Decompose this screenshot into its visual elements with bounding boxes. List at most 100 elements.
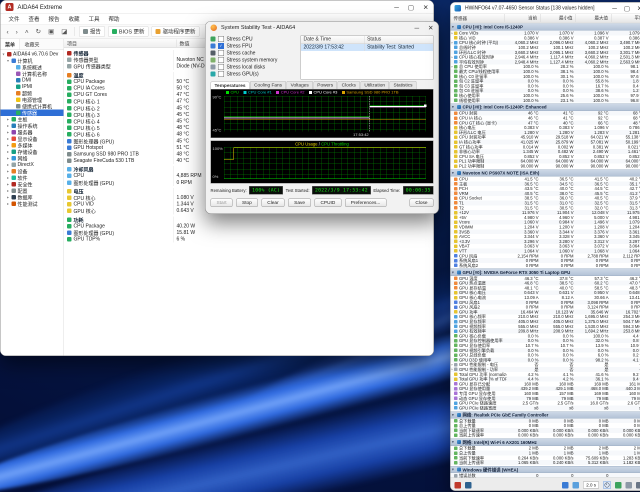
- forward-icon[interactable]: ›: [14, 28, 20, 36]
- tree-expander-icon[interactable]: ▸: [6, 150, 10, 155]
- column-minimum[interactable]: 最小值: [540, 14, 576, 22]
- sensor-row[interactable]: 当前上传速率 1.065 KB/s 0.240 KB/s 5.312 KB/s 1.18…: [450, 460, 640, 465]
- tree-expander-icon[interactable]: ▸: [6, 182, 10, 187]
- tree-item-icon: [16, 65, 21, 70]
- column-average[interactable]: 平均: [611, 14, 640, 22]
- log-column-datetime[interactable]: Date & Time: [301, 36, 365, 44]
- tree-expander-icon[interactable]: ▸: [6, 143, 10, 148]
- close-button[interactable]: Close: [409, 198, 434, 207]
- tree-expander-icon[interactable]: ▸: [6, 130, 10, 135]
- preferences-button[interactable]: Preferences...: [344, 198, 387, 207]
- menu-item[interactable]: 工具: [85, 15, 104, 24]
- checkbox[interactable]: [218, 50, 224, 56]
- panel-tab[interactable]: 菜单: [0, 39, 20, 50]
- section-header-label: 功耗: [64, 216, 173, 223]
- tree-expander-icon[interactable]: ▸: [6, 117, 10, 122]
- checkbox[interactable]: [218, 57, 224, 63]
- close-icon[interactable]: ✕: [423, 4, 428, 11]
- tree-expander-icon[interactable]: ▸: [6, 189, 10, 194]
- sensor-row[interactable]: 图形处理器 (GPU) 15.81 W: [64, 229, 434, 236]
- tree-item-icon: [16, 78, 21, 83]
- menu-item[interactable]: 文件: [5, 15, 24, 24]
- report-icon[interactable]: [465, 481, 472, 489]
- column-item[interactable]: 项目: [64, 40, 176, 48]
- tab-utilization[interactable]: Utilization: [360, 81, 389, 89]
- logging-icon[interactable]: [454, 481, 461, 489]
- group-expander-icon[interactable]: ▾: [452, 468, 456, 472]
- tree-expander-icon[interactable]: ▸: [6, 195, 10, 200]
- minimize-icon[interactable]: ─: [414, 24, 419, 31]
- column-sensor[interactable]: 传感器: [451, 15, 505, 22]
- sensor-row[interactable]: PL2 功率限制 90.000 W 90.000 W 90.000 W 90.000 W: [451, 164, 640, 169]
- checkbox[interactable]: ✓: [218, 43, 224, 49]
- cpuidbutton[interactable]: CPUID: [314, 198, 342, 207]
- group-expander-icon[interactable]: ▾: [452, 25, 456, 30]
- tab-powers[interactable]: Powers: [313, 81, 338, 89]
- expand-icon[interactable]: [636, 481, 640, 489]
- chart-icon[interactable]: ◪: [59, 28, 69, 36]
- tab-voltages[interactable]: Voltages: [286, 81, 313, 89]
- tree-expander-icon[interactable]: ▸: [6, 202, 10, 207]
- savebutton[interactable]: Save: [288, 198, 311, 207]
- tree-expander-icon[interactable]: ▾: [2, 52, 6, 57]
- checkbox[interactable]: [218, 64, 224, 70]
- startbutton[interactable]: Start: [210, 198, 233, 207]
- close-icon[interactable]: ✕: [428, 24, 433, 31]
- settings-gear-icon[interactable]: [625, 481, 632, 489]
- sensor-display-icon[interactable]: [562, 481, 569, 489]
- sensor-type-icon: [454, 396, 458, 401]
- tree-expander-icon[interactable]: ▸: [6, 169, 10, 174]
- clearbutton[interactable]: Clear: [261, 198, 285, 207]
- menu-item[interactable]: 帮助: [105, 15, 124, 24]
- group-expander-icon[interactable]: ▾: [452, 270, 456, 275]
- tree-expander-icon[interactable]: ▸: [6, 176, 10, 181]
- tree-expander-icon[interactable]: ▸: [6, 163, 10, 168]
- column-current[interactable]: 当前: [504, 14, 541, 22]
- tray-icon[interactable]: [572, 481, 580, 489]
- user-icon[interactable]: ▣: [46, 28, 56, 36]
- toolbar-button[interactable]: BIOS 更新: [107, 26, 149, 37]
- back-icon[interactable]: ‹: [5, 28, 11, 36]
- refresh-icon[interactable]: ↻: [34, 28, 43, 36]
- log-column-status[interactable]: Status: [365, 36, 384, 44]
- sensor-row[interactable]: 当前上传速率 0.000 KB/s 0.000 KB/s 0.000 KB/s 0.00…: [451, 433, 640, 438]
- tree-expander-icon[interactable]: ▾: [6, 59, 10, 64]
- minimize-icon[interactable]: ─: [394, 4, 399, 11]
- menu-item[interactable]: 收藏: [65, 15, 84, 24]
- up-icon[interactable]: ˄: [23, 28, 31, 36]
- stopbutton[interactable]: Stop: [236, 198, 258, 207]
- sensor-row[interactable]: 系统风扇2 0 RPM 0 RPM 0 RPM 0 RPM: [451, 263, 640, 268]
- minimize-icon[interactable]: ─: [612, 5, 617, 12]
- menu-item[interactable]: 报告: [45, 15, 64, 24]
- sensor-value: 0: [571, 473, 574, 478]
- sensor-row[interactable]: GPU TDP% 6 %: [64, 236, 434, 243]
- tree-expander-icon[interactable]: ▸: [6, 124, 10, 129]
- panel-tab[interactable]: 收藏夹: [20, 39, 44, 50]
- tab-cooling-fans[interactable]: Cooling Fans: [250, 81, 287, 89]
- tab-statistics[interactable]: Statistics: [389, 81, 417, 89]
- column-maximum[interactable]: 最大值: [575, 14, 612, 22]
- tree-expander-icon[interactable]: ▸: [6, 137, 10, 142]
- sensor-type-icon: [454, 215, 458, 220]
- sensor-row[interactable]: GPU PCIe 链路宽度x8x8x8x8: [450, 405, 640, 410]
- group-expander-icon[interactable]: ▾: [452, 440, 456, 445]
- tree-item[interactable]: ▸ 性能测试: [1, 201, 64, 208]
- tab-clocks[interactable]: Clocks: [337, 81, 360, 89]
- clock-icon[interactable]: [603, 481, 611, 489]
- log-row[interactable]: 2022/3/9 17:53:42 Stability Test: Started: [301, 44, 433, 51]
- sensor-row[interactable]: 错误总数0000: [450, 473, 640, 478]
- toolbar-button[interactable]: 驱动程序更新: [151, 26, 200, 37]
- maximize-icon[interactable]: ▢: [408, 4, 414, 11]
- checkbox[interactable]: [218, 36, 224, 42]
- toolbar-button[interactable]: 报告: [78, 26, 105, 37]
- maximize-icon[interactable]: ▢: [624, 5, 630, 12]
- checkbox[interactable]: [218, 71, 224, 77]
- tree-item-icon: [11, 117, 16, 122]
- group-expander-icon[interactable]: ▾: [452, 105, 456, 110]
- group-expander-icon[interactable]: ▾: [452, 171, 456, 176]
- group-expander-icon[interactable]: ▾: [452, 413, 456, 417]
- tree-expander-icon[interactable]: ▸: [6, 156, 10, 161]
- reset-values-icon[interactable]: [615, 481, 622, 489]
- menu-item[interactable]: 查看: [25, 15, 44, 24]
- sensor-row[interactable]: 线程使用率 100.0 % 23.1 % 100.0 % 96.8 %: [450, 98, 640, 103]
